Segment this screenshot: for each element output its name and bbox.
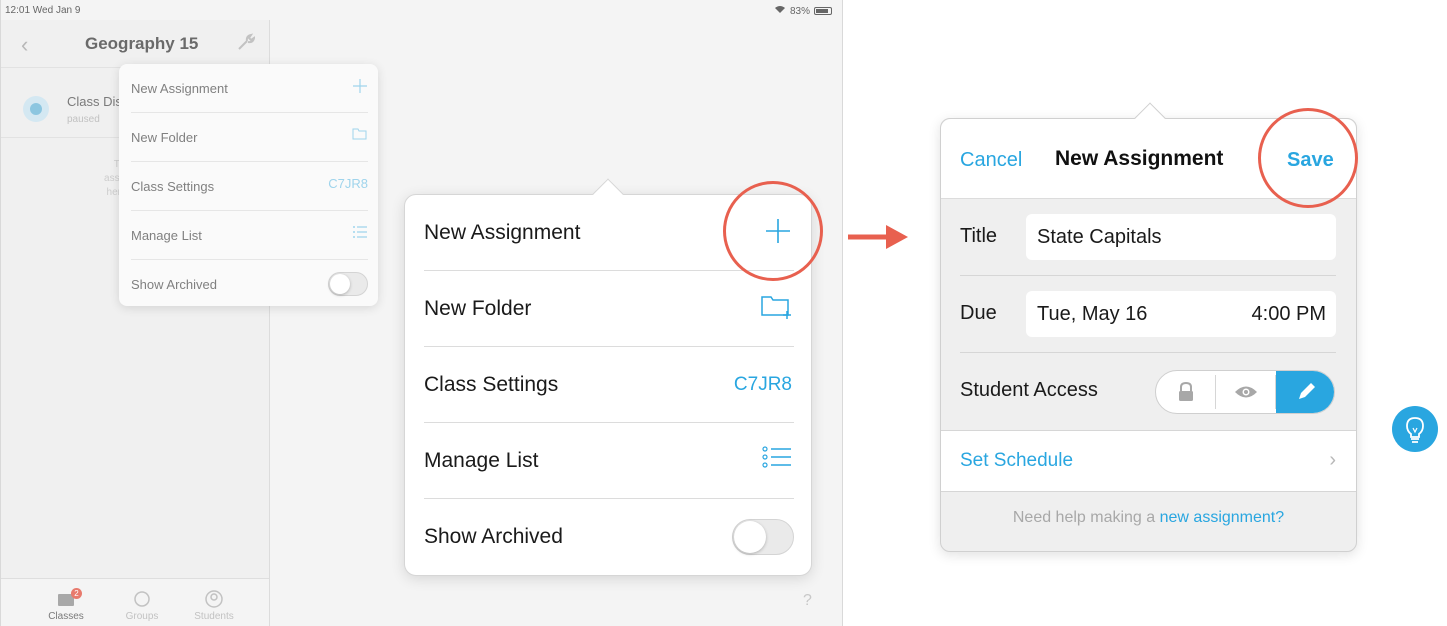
- tab-label: Classes: [48, 611, 84, 622]
- set-schedule-label: Set Schedule: [960, 450, 1074, 471]
- tab-bar: 2 Classes Groups Students: [1, 578, 269, 626]
- status-battery: 83%: [774, 5, 832, 17]
- title-input[interactable]: State Capitals: [1026, 214, 1336, 260]
- plus-icon: [352, 78, 368, 97]
- list-icon: [352, 225, 368, 242]
- help-button[interactable]: ?: [803, 592, 812, 610]
- list-item-status: paused: [67, 114, 100, 125]
- student-access-row: Student Access: [960, 353, 1336, 430]
- menu-item-label: Show Archived: [424, 525, 563, 548]
- menu-item-manage-list[interactable]: Manage List: [131, 211, 368, 260]
- menu-item-label: Class Settings: [131, 179, 215, 194]
- menu-item-label: New Folder: [131, 130, 198, 145]
- menu-item-class-settings[interactable]: Class Settings C7JR8: [424, 347, 794, 423]
- student-access-label: Student Access: [960, 379, 1098, 401]
- back-chevron-icon[interactable]: ‹: [21, 32, 28, 58]
- folder-plus-icon: [352, 127, 368, 144]
- popover-title: New Assignment: [1055, 147, 1224, 170]
- status-time: 12:01 Wed Jan 9: [5, 5, 81, 16]
- class-title: Geography 15: [85, 34, 199, 53]
- due-date-picker[interactable]: Tue, May 16 4:00 PM: [1026, 291, 1336, 337]
- chat-bubble-icon: [134, 591, 150, 607]
- lightbulb-button[interactable]: [1392, 406, 1438, 452]
- menu-item-new-folder[interactable]: New Folder: [131, 113, 368, 162]
- list-icon: [762, 445, 792, 474]
- title-input-value: State Capitals: [1037, 226, 1162, 248]
- highlight-circle: [723, 181, 823, 281]
- help-link[interactable]: new assignment?: [1160, 509, 1285, 526]
- menu-item-label: Class Settings: [424, 373, 559, 396]
- menu-item-show-archived: Show Archived: [424, 499, 794, 575]
- wifi-icon: [774, 5, 786, 17]
- lock-icon: [1179, 381, 1193, 401]
- menu-item-new-folder[interactable]: New Folder: [424, 271, 794, 347]
- due-date-value: Tue, May 16: [1037, 303, 1148, 325]
- menu-item-label: New Assignment: [424, 221, 581, 244]
- menu-item-label: Show Archived: [131, 277, 217, 292]
- due-row: Due Tue, May 16 4:00 PM: [960, 276, 1336, 353]
- cancel-button[interactable]: Cancel: [960, 149, 1022, 172]
- pencil-icon: [1299, 383, 1315, 399]
- menu-item-label: Manage List: [424, 449, 539, 472]
- menu-item-new-assignment[interactable]: New Assignment: [131, 64, 368, 113]
- title-row: Title State Capitals: [960, 199, 1336, 276]
- lightbulb-icon: [1406, 417, 1424, 443]
- due-time-value: 4:00 PM: [1251, 303, 1326, 325]
- tab-students[interactable]: Students: [179, 590, 249, 622]
- tab-label: Groups: [125, 611, 159, 622]
- access-option-view[interactable]: [1216, 371, 1275, 413]
- set-schedule-row[interactable]: Set Schedule ›: [941, 430, 1356, 492]
- highlight-circle: [1258, 108, 1358, 208]
- status-bar: 12:01 Wed Jan 9 83%: [1, 0, 842, 20]
- menu-item-class-settings[interactable]: Class Settings C7JR8: [131, 162, 368, 211]
- class-code: C7JR8: [733, 374, 792, 395]
- access-option-edit[interactable]: [1276, 371, 1334, 413]
- student-access-segmented-control: [1155, 370, 1335, 414]
- due-label: Due: [960, 302, 997, 324]
- menu-item-label: New Folder: [424, 297, 532, 320]
- title-label: Title: [960, 225, 998, 247]
- menu-item-manage-list[interactable]: Manage List: [424, 423, 794, 499]
- help-text-prefix: Need help making a: [1012, 509, 1160, 526]
- list-item-name: Class Dis: [67, 94, 122, 109]
- tab-label: Students: [194, 611, 234, 622]
- eye-icon: [1235, 386, 1257, 398]
- help-text: Need help making a new assignment?: [941, 509, 1356, 527]
- access-option-locked[interactable]: [1156, 371, 1215, 413]
- tab-classes[interactable]: 2 Classes: [31, 588, 101, 622]
- right-arrow-icon: [848, 225, 908, 249]
- menu-item-show-archived: Show Archived: [131, 260, 368, 309]
- battery-percent: 83%: [789, 5, 810, 17]
- menu-item-label: New Assignment: [131, 81, 228, 96]
- person-icon: [205, 590, 223, 608]
- show-archived-toggle[interactable]: [328, 272, 368, 296]
- folder-plus-icon: [760, 293, 792, 324]
- menu-item-label: Manage List: [131, 228, 202, 243]
- sidebar-navbar: ‹ Geography 15: [1, 20, 269, 68]
- show-archived-toggle[interactable]: [732, 519, 794, 555]
- wrench-icon[interactable]: [237, 33, 256, 56]
- class-options-menu-small: New Assignment New Folder Class Settings…: [119, 64, 378, 306]
- tab-badge: 2: [71, 588, 82, 599]
- chevron-right-icon: ›: [1329, 449, 1336, 471]
- class-code: C7JR8: [328, 176, 368, 191]
- battery-icon: [814, 7, 832, 15]
- ipad-screenshot: 12:01 Wed Jan 9 83% ‹ Geography 15 Class…: [0, 0, 843, 626]
- tab-groups[interactable]: Groups: [107, 590, 177, 622]
- chat-bubble-icon: [23, 96, 49, 122]
